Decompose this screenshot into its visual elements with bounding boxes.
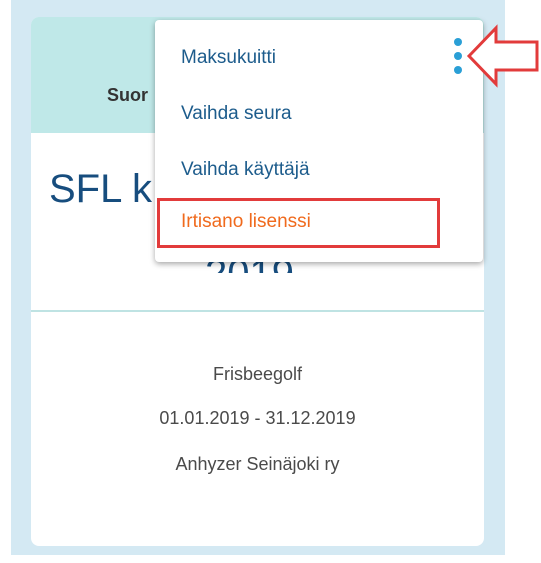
menu-item-change-club[interactable]: Vaihda seura [181,103,292,125]
card-divider [31,310,484,312]
license-club: Anhyzer Seinäjoki ry [175,454,340,474]
license-title: SFL k [49,167,152,211]
menu-item-change-user[interactable]: Vaihda käyttäjä [181,159,310,181]
menu-item-receipt[interactable]: Maksukuitti [181,47,276,69]
license-sport: Frisbeegolf [212,364,303,384]
more-vertical-icon[interactable] [450,36,466,80]
license-validity: 01.01.2019 - 31.12.2019 [159,408,356,428]
card-header-label: Suor [107,85,149,105]
annotation-highlight-box [157,198,440,248]
left-arrow-icon [466,24,539,88]
